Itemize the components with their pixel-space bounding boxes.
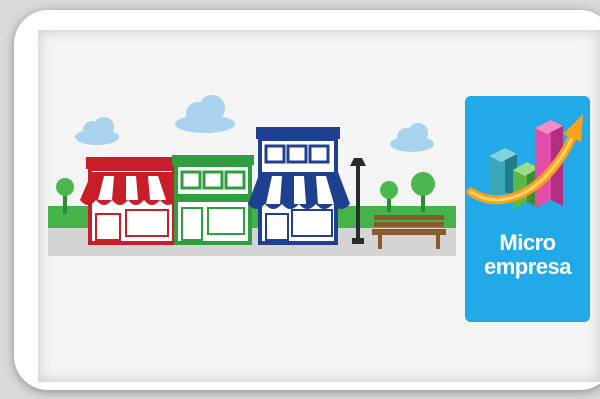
green-shop-icon (172, 155, 254, 245)
cloud-icon (175, 95, 235, 133)
cloud-icon (75, 117, 119, 145)
badge-title-line2: empresa (483, 254, 572, 279)
red-shop-icon (80, 157, 184, 245)
cloud-icon (390, 123, 434, 152)
microempresa-badge: Micro empresa (465, 96, 590, 322)
growth-chart-icon (466, 114, 583, 210)
badge-title-line1: Micro (499, 230, 556, 255)
blue-shop-icon (248, 127, 350, 245)
